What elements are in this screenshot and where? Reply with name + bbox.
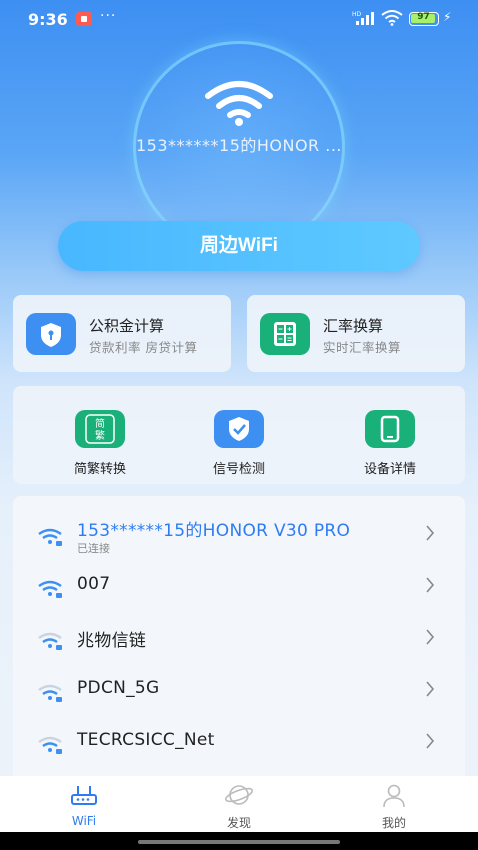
wifi-status-icon (381, 10, 403, 26)
tablet-icon (365, 410, 415, 448)
feature-title: 汇率换算 (323, 317, 384, 335)
battery-icon: 97 (409, 12, 439, 26)
wifi-ssid: 153******15的HONOR V30 PRO (77, 521, 351, 541)
wifi-list-item[interactable]: TECRCSICC_Net (13, 718, 465, 770)
simplified-traditional-icon: 简 繁 (75, 410, 125, 448)
wifi-locked-icon (38, 528, 62, 546)
wifi-locked-weak-icon (38, 684, 62, 702)
feature-title: 公积金计算 (89, 317, 165, 335)
hd-label: HD (352, 11, 362, 18)
wifi-ssid: PDCN_5G (77, 678, 160, 698)
feature-subtitle: 实时汇率换算 (323, 340, 402, 355)
wifi-list-item[interactable]: 007 (13, 562, 465, 614)
svg-text:简: 简 (95, 417, 105, 430)
wifi-network-list: 153******15的HONOR V30 PRO 已连接 007 兆物信链 P… (13, 496, 465, 796)
chevron-right-icon (426, 577, 435, 593)
tab-label: WiFi (71, 814, 97, 828)
wifi-ssid: 兆物信链 (77, 631, 147, 651)
shield-check-icon (214, 410, 264, 448)
simplified-traditional-tool[interactable]: 简 繁 简繁转换 (45, 410, 155, 477)
user-icon (383, 784, 405, 808)
more-notifications-icon: ··· (100, 8, 117, 24)
signal-detection-tool[interactable]: 信号检测 (184, 410, 294, 477)
feature-subtitle: 贷款利率 房贷计算 (89, 340, 198, 355)
home-indicator[interactable] (138, 840, 340, 844)
tab-profile[interactable]: 我的 (344, 782, 444, 831)
connected-ssid: 153******15的HONOR ... (135, 136, 343, 155)
tab-label: 发现 (226, 816, 251, 830)
wifi-list-item[interactable]: PDCN_5G (13, 666, 465, 718)
exchange-rate-card[interactable]: 汇率换算 实时汇率换算 (247, 295, 465, 372)
device-details-tool[interactable]: 设备详情 (335, 410, 445, 477)
wifi-locked-weak-icon (38, 632, 62, 650)
chevron-right-icon (426, 629, 435, 645)
tool-label: 简繁转换 (73, 462, 126, 477)
tool-label: 设备详情 (363, 462, 416, 477)
housing-fund-calculator-card[interactable]: 公积金计算 贷款利率 房贷计算 (13, 295, 231, 372)
wifi-ssid: TECRCSICC_Net (77, 730, 215, 750)
chevron-right-icon (426, 681, 435, 697)
status-time: 9:36 (28, 10, 68, 29)
shield-lock-icon (26, 313, 76, 355)
tab-wifi[interactable]: WiFi (34, 782, 134, 828)
connection-status: 已连接 (77, 542, 110, 555)
tab-discover[interactable]: 发现 (189, 782, 289, 831)
planet-icon (224, 785, 254, 805)
status-bar: 9:36 ··· HD 97 ⚡ (0, 0, 478, 40)
wifi-locked-weak-icon (38, 736, 62, 754)
chevron-right-icon (426, 733, 435, 749)
tools-panel: 简 繁 简繁转换 信号检测 设备详情 (13, 386, 465, 484)
battery-level: 97 (417, 12, 430, 22)
chevron-right-icon (426, 525, 435, 541)
cellular-signal-icon: HD (352, 11, 374, 25)
wifi-list-item[interactable]: 153******15的HONOR V30 PRO 已连接 (13, 510, 465, 562)
nearby-wifi-button[interactable]: 周边WiFi (58, 221, 420, 271)
calculator-icon (260, 313, 310, 355)
tool-label: 信号检测 (212, 462, 265, 477)
svg-text:繁: 繁 (95, 429, 105, 442)
wifi-locked-icon (38, 580, 62, 598)
charging-icon: ⚡ (443, 10, 452, 24)
router-icon (71, 786, 97, 805)
wifi-icon (205, 81, 273, 126)
wifi-ssid: 007 (77, 574, 111, 594)
notification-app-icon (76, 12, 92, 26)
tab-label: 我的 (381, 816, 406, 830)
wifi-list-item[interactable]: 兆物信链 (13, 614, 465, 666)
bottom-tab-bar: WiFi 发现 我的 (0, 776, 478, 832)
